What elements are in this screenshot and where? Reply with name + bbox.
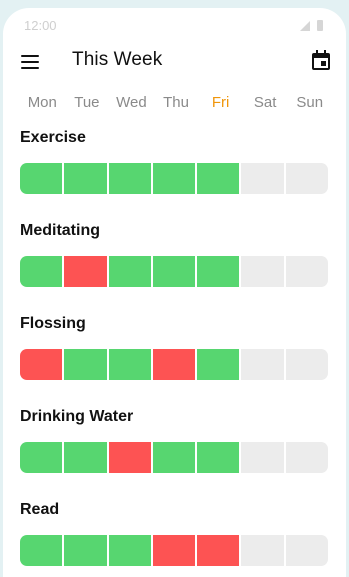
day-cell-mon-done[interactable] [20,256,65,287]
day-cell-wed-done[interactable] [108,535,153,566]
day-label-fri[interactable]: Fri [198,94,243,114]
day-cell-mon-done[interactable] [20,535,65,566]
habit-name: Meditating [20,222,100,239]
day-cell-tue-missed[interactable] [64,256,109,287]
habit-week-track [20,535,328,566]
day-cell-tue-done[interactable] [64,442,109,473]
habit-row: Flossing [20,315,332,380]
day-cell-tue-done[interactable] [64,535,109,566]
weekday-header: Mon Tue Wed Thu Fri Sat Sun [20,94,332,114]
day-label-mon[interactable]: Mon [20,94,65,114]
app-bar: This Week [3,44,346,80]
habit-row: Read [20,501,332,566]
day-cell-sat-empty[interactable] [241,442,286,473]
day-cell-thu-missed[interactable] [152,349,198,380]
day-cell-tue-done[interactable] [64,163,109,194]
status-bar: 12:00 [3,8,346,38]
signal-battery-icon [300,20,323,31]
phone-screen: 12:00 This Week Mon Tue Wed Thu Fri Sat Sun Ex… [3,8,346,577]
habit-row: Drinking Water [20,408,332,473]
day-cell-wed-missed[interactable] [108,442,153,473]
day-cell-wed-done[interactable] [108,256,153,287]
day-cell-thu-missed[interactable] [152,535,198,566]
habit-name: Drinking Water [20,408,134,425]
habit-week-track [20,256,328,287]
habit-row: Exercise [20,129,332,194]
day-cell-sun-empty[interactable] [285,256,328,287]
day-cell-mon-done[interactable] [20,163,65,194]
day-cell-sun-empty[interactable] [285,163,328,194]
habit-row: Meditating [20,222,332,287]
page-title: This Week [72,49,163,70]
habit-week-track [20,442,328,473]
day-cell-sun-empty[interactable] [285,442,328,473]
calendar-icon[interactable] [310,49,332,71]
day-label-sat[interactable]: Sat [243,94,288,114]
day-cell-sat-empty[interactable] [241,535,286,566]
day-cell-sun-empty[interactable] [285,349,328,380]
day-cell-thu-done[interactable] [152,256,198,287]
day-cell-mon-done[interactable] [20,442,65,473]
day-cell-fri-done[interactable] [197,163,242,194]
day-cell-fri-done[interactable] [197,256,242,287]
habit-week-track [20,163,328,194]
habit-week-track [20,349,328,380]
day-cell-sun-empty[interactable] [285,535,328,566]
day-cell-wed-done[interactable] [108,349,153,380]
menu-icon[interactable] [18,50,42,74]
day-cell-sat-empty[interactable] [241,349,286,380]
day-cell-sat-empty[interactable] [241,163,286,194]
day-cell-mon-missed[interactable] [20,349,65,380]
habit-name: Exercise [20,129,86,146]
day-cell-thu-done[interactable] [152,163,198,194]
status-time: 12:00 [24,18,57,33]
habit-name: Read [20,501,60,518]
day-label-sun[interactable]: Sun [287,94,332,114]
day-cell-fri-done[interactable] [197,349,242,380]
day-label-tue[interactable]: Tue [65,94,110,114]
day-label-wed[interactable]: Wed [109,94,154,114]
day-cell-wed-done[interactable] [108,163,153,194]
day-cell-fri-missed[interactable] [197,535,242,566]
day-cell-sat-empty[interactable] [241,256,286,287]
habit-name: Flossing [20,315,86,332]
day-cell-fri-done[interactable] [197,442,242,473]
day-cell-thu-done[interactable] [152,442,198,473]
day-label-thu[interactable]: Thu [154,94,199,114]
day-cell-tue-done[interactable] [64,349,109,380]
